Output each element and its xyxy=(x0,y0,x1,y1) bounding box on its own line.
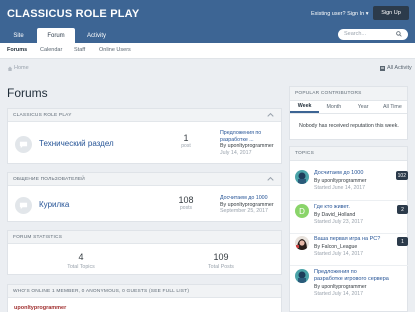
post-count: 108 posts xyxy=(166,195,206,211)
forum-link[interactable]: Технический раздел xyxy=(39,139,114,148)
subnav-staff[interactable]: Staff xyxy=(74,47,85,53)
forum-statistics: FORUM STATISTICS 4 Total Topics 109 Tota… xyxy=(7,230,282,275)
post-count-label: post xyxy=(181,143,191,149)
tab-year[interactable]: Year xyxy=(349,101,378,113)
reply-count-badge: 1 xyxy=(397,237,408,246)
total-posts-label: Total Posts xyxy=(208,264,234,270)
sign-in-link[interactable]: Existing user? Sign In ▾ xyxy=(311,11,368,17)
empty-message: Nobody has received reputation this week… xyxy=(299,123,399,129)
topic-item[interactable]: Ваша первая игра на PC? By Falcon_League… xyxy=(295,236,408,262)
topic-author[interactable]: By uponltyprogrammer xyxy=(314,178,366,184)
divider xyxy=(290,200,409,201)
tab-all-time[interactable]: All Time xyxy=(378,101,407,113)
contributors-title: POPULAR CONTRIBUTORS xyxy=(290,87,407,101)
post-count-label: posts xyxy=(180,205,192,211)
topic-author[interactable]: By David_Holland xyxy=(314,212,355,218)
svg-text:D: D xyxy=(299,207,305,216)
last-post-title[interactable]: Досчитаем до 1000 xyxy=(220,195,274,202)
last-post: Предложения по разработке ... By uponlty… xyxy=(220,130,274,156)
site-brand[interactable]: CLASSICUS ROLE PLAY xyxy=(7,8,139,20)
topic-date: Started June 14, 2017 xyxy=(314,185,366,191)
topic-item[interactable]: Досчитаем до 1000 By uponltyprogrammer S… xyxy=(295,170,408,196)
last-post-author[interactable]: By uponltyprogrammer xyxy=(220,202,274,209)
chat-bubble-icon xyxy=(19,141,28,149)
reply-count-badge: 2 xyxy=(397,205,408,214)
total-posts-value: 109 xyxy=(213,252,229,262)
all-activity-link[interactable]: All Activity xyxy=(387,65,412,71)
divider xyxy=(290,233,409,234)
tab-forum[interactable]: Forum xyxy=(37,28,75,43)
total-topics-value: 4 xyxy=(78,252,84,262)
popular-contributors: POPULAR CONTRIBUTORS Week Month Year All… xyxy=(289,86,408,140)
forum-status-icon xyxy=(15,197,32,214)
avatar[interactable] xyxy=(295,269,309,283)
last-post-date: September 25, 2017 xyxy=(220,208,269,215)
stats-title: FORUM STATISTICS xyxy=(8,231,281,244)
whos-online: WHO'S ONLINE 1 MEMBER, 0 ANONYMOUS, 0 GU… xyxy=(7,284,282,312)
last-post-title-cont[interactable]: разработке ... xyxy=(220,137,274,144)
tab-week[interactable]: Week xyxy=(290,101,320,113)
subnav-calendar[interactable]: Calendar xyxy=(40,47,62,53)
topic-date: Started July 14, 2017 xyxy=(314,291,364,297)
topic-title[interactable]: Досчитаем до 1000 xyxy=(314,170,396,177)
forum-link[interactable]: Курилка xyxy=(39,200,69,209)
reply-count-badge: 102 xyxy=(395,171,408,180)
topic-title[interactable]: Где кто живет. xyxy=(314,204,396,211)
forum-status-icon xyxy=(15,136,32,153)
breadcrumb-home[interactable]: Home xyxy=(14,65,29,71)
post-count-value: 108 xyxy=(178,195,194,205)
last-post-author[interactable]: By uponltyprogrammer xyxy=(220,143,274,150)
category-panel: CLASSICUS ROLE PLAY Технический раздел 1… xyxy=(7,108,282,164)
topic-date: Started July 23, 2017 xyxy=(314,219,364,225)
topic-author[interactable]: By uponltyprogrammer xyxy=(314,284,366,290)
activity-icon xyxy=(380,66,385,71)
post-count: 1 post xyxy=(166,133,206,149)
chat-bubble-icon xyxy=(19,202,28,210)
category-title: CLASSICUS ROLE PLAY xyxy=(8,109,281,122)
topic-title[interactable]: Предложения по xyxy=(314,269,396,276)
last-post-title[interactable]: Предложения по xyxy=(220,130,274,137)
topic-item[interactable]: D Где кто живет. By David_Holland Starte… xyxy=(295,204,408,230)
topic-title[interactable]: Ваша первая игра на PC? xyxy=(314,236,396,243)
last-post-date: July 14, 2017 xyxy=(220,149,252,156)
category-title: ОБЩЕНИЕ ПОЛЬЗОВАТЕЛЕЙ xyxy=(8,173,281,186)
chevron-up-icon[interactable] xyxy=(267,176,274,182)
search-placeholder: Search... xyxy=(344,31,367,37)
online-user-link[interactable]: uponltyprogrammer xyxy=(14,305,66,311)
main-nav: Site Forum Activity xyxy=(0,28,118,43)
post-count-value: 1 xyxy=(183,133,189,143)
topic-date: Started July 14, 2017 xyxy=(314,251,364,257)
page-title: Forums xyxy=(7,86,48,100)
home-icon xyxy=(7,66,13,71)
subnav-online-users[interactable]: Online Users xyxy=(99,47,131,53)
search-icon[interactable] xyxy=(396,31,402,37)
avatar[interactable] xyxy=(295,236,309,250)
category-panel: ОБЩЕНИЕ ПОЛЬЗОВАТЕЛЕЙ Курилка 108 posts … xyxy=(7,172,282,222)
topics-widget: TOPICS Досчитаем до 1000 By uponltyprogr… xyxy=(289,146,409,312)
contributors-tabs: Week Month Year All Time xyxy=(290,101,407,114)
avatar[interactable]: D xyxy=(295,204,309,218)
tab-month[interactable]: Month xyxy=(319,101,348,113)
avatar[interactable] xyxy=(295,170,309,184)
divider xyxy=(290,265,409,266)
sub-navigation: Forums Calendar Staff Online Users xyxy=(0,43,415,59)
online-title: WHO'S ONLINE 1 MEMBER, 0 ANONYMOUS, 0 GU… xyxy=(8,285,281,298)
topics-title: TOPICS xyxy=(290,147,407,161)
tab-activity[interactable]: Activity xyxy=(75,28,118,43)
search-input[interactable]: Search... xyxy=(338,29,408,40)
topic-title-cont[interactable]: разработке игрового сервера xyxy=(314,276,396,283)
sign-up-button[interactable]: Sign Up xyxy=(373,6,409,20)
topic-item[interactable]: Предложения по разработке игрового серве… xyxy=(295,269,405,309)
topic-author[interactable]: By Falcon_League xyxy=(314,244,357,250)
subnav-forums[interactable]: Forums xyxy=(7,47,27,53)
last-post: Досчитаем до 1000 By uponltyprogrammer S… xyxy=(220,195,274,215)
site-header: CLASSICUS ROLE PLAY Existing user? Sign … xyxy=(0,0,415,43)
tab-site[interactable]: Site xyxy=(0,28,37,43)
total-topics-label: Total Topics xyxy=(67,264,95,270)
chevron-up-icon[interactable] xyxy=(267,112,274,118)
